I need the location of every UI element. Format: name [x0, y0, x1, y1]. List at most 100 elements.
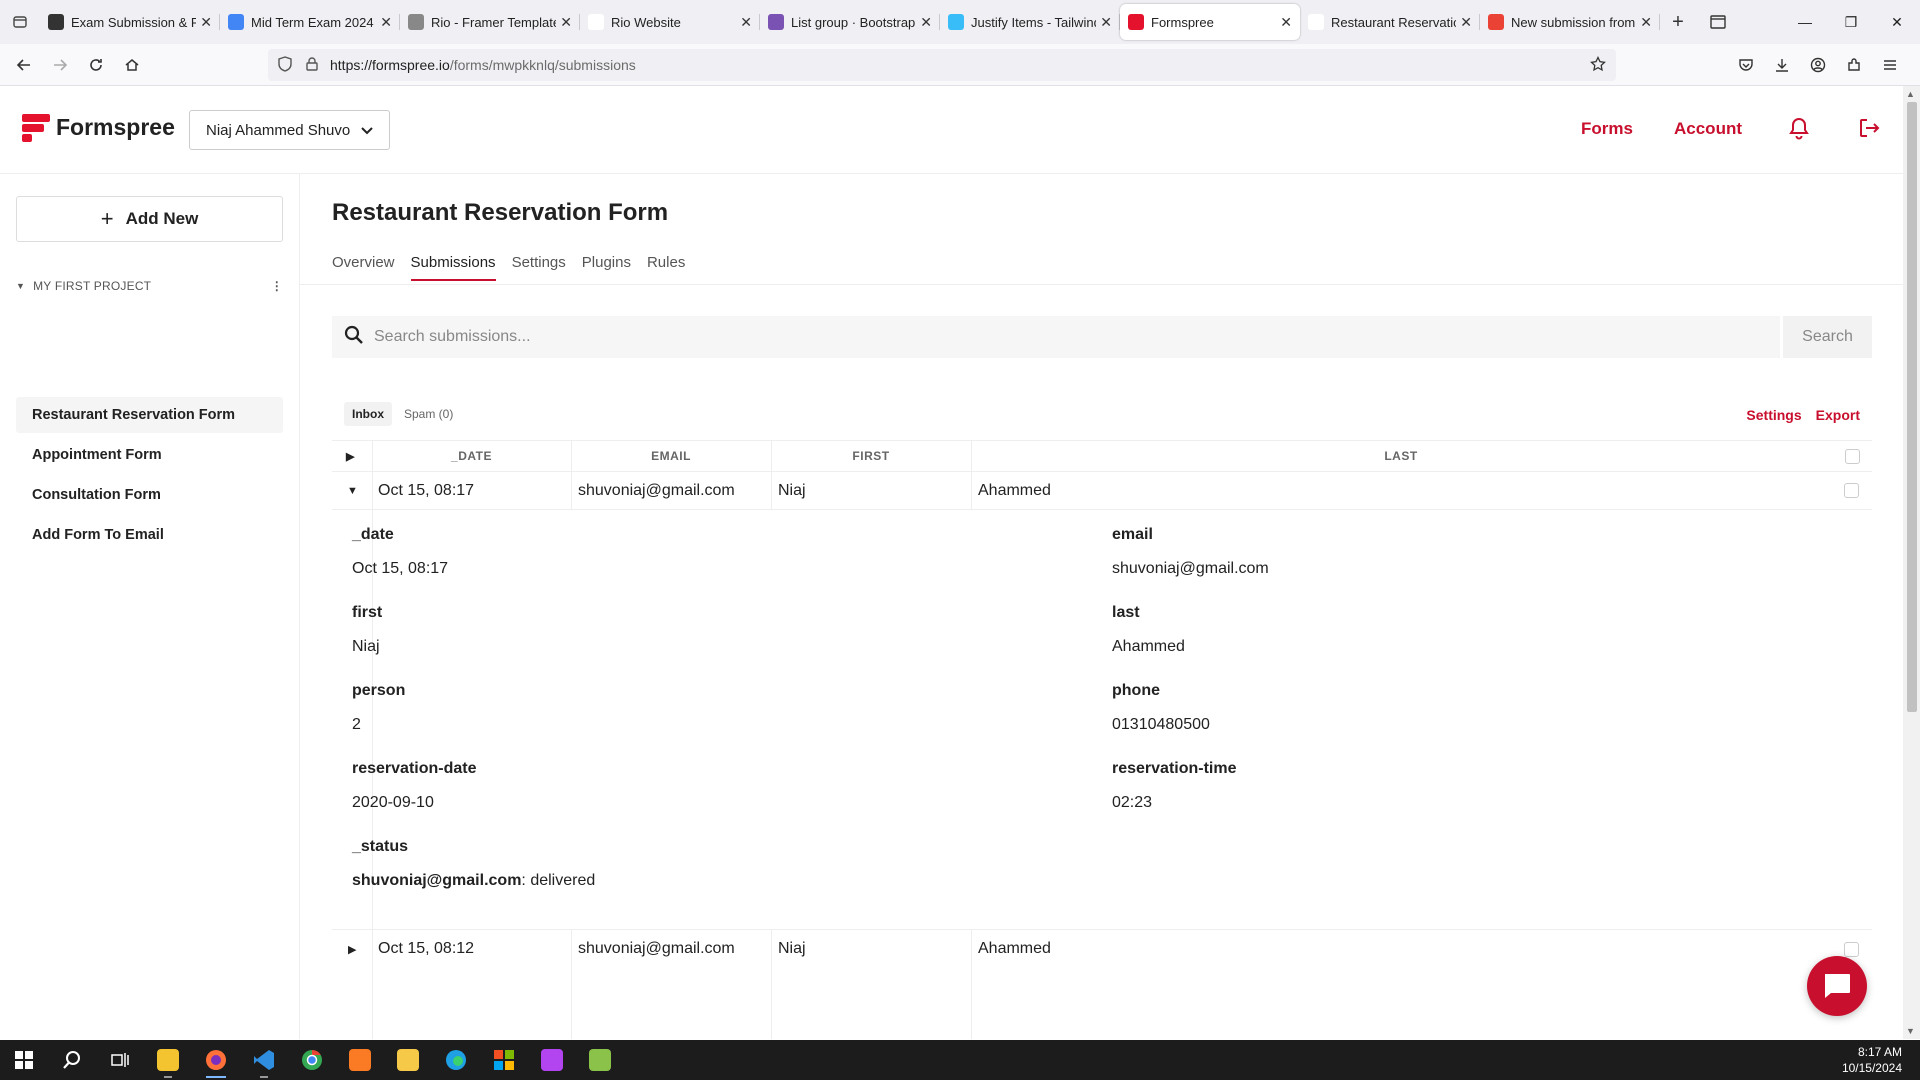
reload-icon[interactable]: [78, 49, 114, 81]
scroll-down-icon[interactable]: ▼: [1906, 1026, 1915, 1036]
project-header[interactable]: ▼ MY FIRST PROJECT ⋮: [16, 279, 283, 293]
tab-plugins[interactable]: Plugins: [582, 254, 631, 281]
notepad-icon[interactable]: [576, 1040, 624, 1080]
search-icon[interactable]: [48, 1040, 96, 1080]
pocket-icon[interactable]: [1728, 49, 1764, 81]
lock-icon[interactable]: [306, 56, 318, 74]
column-header-last[interactable]: LAST: [971, 441, 1831, 471]
tab-rules[interactable]: Rules: [647, 254, 685, 281]
menu-icon[interactable]: [1872, 49, 1908, 81]
nav-account-link[interactable]: Account: [1674, 119, 1742, 139]
vscode-icon[interactable]: [240, 1040, 288, 1080]
column-header-email[interactable]: EMAIL: [571, 441, 771, 471]
column-header-first[interactable]: FIRST: [771, 441, 971, 471]
detail-value: shuvoniaj@gmail.com: [1112, 560, 1269, 577]
detail-label: _status: [352, 838, 409, 855]
scroll-up-icon[interactable]: ▲: [1906, 89, 1915, 99]
new-tab-button[interactable]: +: [1660, 4, 1696, 40]
forward-icon[interactable]: [42, 49, 78, 81]
tab-overview[interactable]: Overview: [332, 254, 395, 281]
formspree-logo[interactable]: Formspree: [22, 112, 175, 142]
windows-start-icon[interactable]: [0, 1040, 48, 1080]
browser-tab[interactable]: Exam Submission & Ru ✕: [40, 4, 220, 40]
search-button[interactable]: Search: [1780, 316, 1872, 358]
export-link[interactable]: Export: [1816, 407, 1860, 423]
collapse-triangle-icon[interactable]: ▼: [347, 472, 358, 509]
tab-close-icon[interactable]: ✕: [1100, 14, 1112, 31]
tab-close-icon[interactable]: ✕: [560, 14, 572, 31]
tab-close-icon[interactable]: ✕: [1280, 14, 1292, 31]
phpstorm-icon[interactable]: [528, 1040, 576, 1080]
media-player-icon[interactable]: [384, 1040, 432, 1080]
settings-link[interactable]: Settings: [1746, 407, 1801, 423]
browser-tab[interactable]: Restaurant Reservation For✕: [1300, 4, 1480, 40]
add-new-button[interactable]: + Add New: [16, 196, 283, 242]
tab-close-icon[interactable]: ✕: [380, 14, 392, 31]
home-icon[interactable]: [114, 49, 150, 81]
tab-close-icon[interactable]: ✕: [1460, 14, 1472, 31]
select-all-checkbox[interactable]: [1845, 441, 1860, 471]
restore-icon[interactable]: ❐: [1828, 0, 1874, 44]
detail-label: phone: [1112, 682, 1160, 699]
microsoft-store-icon[interactable]: [480, 1040, 528, 1080]
file-explorer-icon[interactable]: [144, 1040, 192, 1080]
user-dropdown[interactable]: Niaj Ahammed Shuvo: [189, 110, 390, 150]
search-input[interactable]: [374, 328, 1754, 346]
close-window-icon[interactable]: ✕: [1874, 0, 1920, 44]
sidebar-item-consultation-form[interactable]: Consultation Form: [16, 477, 283, 513]
browser-tab[interactable]: Formspree ✕: [1120, 4, 1300, 40]
nav-forms-link[interactable]: Forms: [1581, 119, 1633, 139]
detail-label: reservation-time: [1112, 760, 1237, 777]
browser-tab[interactable]: Justify Items - Tailwind ✕: [940, 4, 1120, 40]
minimize-icon[interactable]: —: [1782, 0, 1828, 44]
browser-tab[interactable]: New submission from | ✕: [1480, 4, 1660, 40]
browser-tab[interactable]: Mid Term Exam 2024 - | ✕: [220, 4, 400, 40]
tab-list-icon[interactable]: [0, 0, 40, 44]
tab-favicon-icon: [408, 14, 424, 30]
collapse-triangle-icon[interactable]: ▼: [16, 281, 25, 291]
chrome-icon[interactable]: [288, 1040, 336, 1080]
table-row[interactable]: ▼ Oct 15, 08:17 shuvoniaj@gmail.com Niaj…: [332, 472, 1872, 510]
edge-icon[interactable]: [432, 1040, 480, 1080]
browser-tab[interactable]: List group · Bootstrap v ✕: [760, 4, 940, 40]
tab-inbox[interactable]: Inbox: [344, 402, 392, 426]
xampp-icon[interactable]: [336, 1040, 384, 1080]
expand-all-triangle-icon[interactable]: ▶: [346, 441, 355, 471]
column-header-date[interactable]: _DATE: [372, 441, 571, 471]
address-bar[interactable]: https://formspree.io/forms/mwpkknlq/subm…: [268, 49, 1616, 81]
sidebar-item-add-form-to-email[interactable]: Add Form To Email: [16, 517, 283, 553]
sidebar-item-restaurant-reservation-form[interactable]: Restaurant Reservation Form: [16, 397, 283, 433]
table-row[interactable]: ▶ Oct 15, 08:12 shuvoniaj@gmail.com Niaj…: [332, 930, 1872, 968]
extensions-icon[interactable]: [1836, 49, 1872, 81]
tab-close-icon[interactable]: ✕: [920, 14, 932, 31]
system-clock[interactable]: 8:17 AM 10/15/2024: [1842, 1044, 1902, 1076]
tab-spam[interactable]: Spam (0): [396, 402, 461, 426]
tab-close-icon[interactable]: ✕: [740, 14, 752, 31]
kebab-menu-icon[interactable]: ⋮: [271, 279, 283, 293]
expand-triangle-icon[interactable]: ▶: [348, 930, 356, 968]
browser-tab[interactable]: Rio Website ✕: [580, 4, 760, 40]
tab-favicon-icon: [768, 14, 784, 30]
row-checkbox[interactable]: [1844, 472, 1859, 509]
status-email: shuvoniaj@gmail.com: [352, 872, 522, 889]
bookmark-star-icon[interactable]: [1590, 55, 1606, 75]
firefox-icon[interactable]: [192, 1040, 240, 1080]
chat-bubble-icon[interactable]: [1807, 956, 1867, 1016]
tab-close-icon[interactable]: ✕: [200, 14, 212, 31]
detail-value: Oct 15, 08:17: [352, 560, 449, 577]
sidebar-item-appointment-form[interactable]: Appointment Form: [16, 437, 283, 473]
back-icon[interactable]: [6, 49, 42, 81]
bell-icon[interactable]: [1788, 116, 1810, 145]
shield-icon[interactable]: [278, 55, 292, 75]
tab-submissions[interactable]: Submissions: [410, 254, 496, 281]
browser-tab[interactable]: Rio - Framer Template | ✕: [400, 4, 580, 40]
tab-close-icon[interactable]: ✕: [1640, 14, 1652, 31]
vertical-scrollbar[interactable]: ▲ ▼: [1903, 86, 1920, 1039]
window-tab-icon[interactable]: [1700, 4, 1736, 40]
account-icon[interactable]: [1800, 49, 1836, 81]
tab-settings[interactable]: Settings: [512, 254, 566, 281]
scroll-thumb[interactable]: [1907, 102, 1917, 712]
download-icon[interactable]: [1764, 49, 1800, 81]
logout-icon[interactable]: [1857, 116, 1881, 145]
task-view-icon[interactable]: [96, 1040, 144, 1080]
